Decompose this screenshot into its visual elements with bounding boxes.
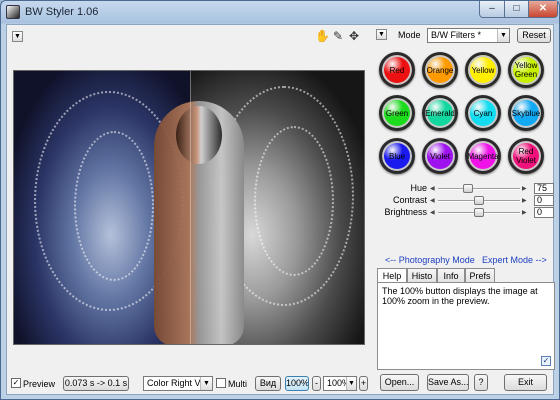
arrow-left-icon[interactable]: ◀ [430, 183, 435, 195]
mode-select[interactable]: B/W Filters * ▼ [427, 28, 510, 43]
filter-cyan-button[interactable]: Cyan [465, 95, 501, 131]
chevron-down-icon: ▼ [200, 377, 212, 390]
brightness-slider[interactable] [438, 208, 520, 217]
filter-swatch-grid: Red Orange Yellow Yellow Green Green Eme… [377, 50, 552, 180]
help-text: The 100% button displays the image at 10… [382, 286, 538, 306]
filter-blue-button[interactable]: Blue [379, 138, 415, 174]
right-inner-wing [254, 126, 334, 276]
filter-label: Green [385, 108, 409, 118]
model-head [176, 106, 222, 164]
brightness-label: Brightness [384, 207, 427, 217]
zoom-out-button[interactable]: - [312, 376, 321, 391]
filter-red-violet-button[interactable]: Red Violet [508, 138, 544, 174]
tab-histo[interactable]: Histo [407, 268, 437, 283]
timing-display[interactable]: 0.073 s -> 0.1 s [63, 376, 129, 391]
help-button[interactable]: ? [474, 374, 488, 391]
arrow-right-icon[interactable]: ▶ [522, 183, 527, 195]
view-mode-select[interactable]: Color Right View ▼ [143, 376, 213, 391]
title-bar[interactable]: BW Styler 1.06 – □ ✕ [1, 1, 559, 23]
filter-label: Magenta [467, 151, 499, 161]
arrow-left-icon[interactable]: ◀ [430, 195, 435, 207]
view-button[interactable]: Вид [255, 376, 281, 391]
hue-label: Hue [410, 183, 427, 193]
hue-slider-thumb[interactable] [463, 184, 474, 193]
arrow-left-icon[interactable]: ◀ [430, 207, 435, 219]
hue-slider[interactable] [438, 184, 520, 193]
mode-label: Mode [398, 30, 421, 40]
preview-checkbox[interactable]: ✓ [11, 378, 21, 388]
contrast-value-input[interactable]: 0 [534, 195, 554, 206]
filter-label: Red [389, 65, 405, 75]
filter-red-button[interactable]: Red [379, 52, 415, 88]
chevron-down-icon: ▼ [497, 29, 509, 42]
filter-orange-button[interactable]: Orange [422, 52, 458, 88]
contrast-slider-thumb[interactable] [474, 196, 484, 205]
split-line[interactable] [190, 71, 191, 344]
hand-icon[interactable]: ✋ [315, 29, 330, 43]
multi-checkbox[interactable] [216, 378, 226, 388]
exit-button[interactable]: Exit [504, 374, 547, 391]
filter-label: Cyan [473, 108, 493, 118]
window-title: BW Styler 1.06 [25, 6, 99, 18]
brightness-value-input[interactable]: 0 [534, 207, 554, 218]
left-inner-wing [74, 131, 154, 281]
save-as-button[interactable]: Save As... [427, 374, 469, 391]
chevron-down-icon: ▼ [346, 377, 356, 390]
help-autoupdate-checkbox[interactable]: ✓ [541, 356, 551, 366]
filter-yellow-green-button[interactable]: Yellow Green [508, 52, 544, 88]
filter-skyblue-button[interactable]: Skyblue [508, 95, 544, 131]
multi-label: Multi [228, 379, 248, 389]
open-button[interactable]: Open... [380, 374, 419, 391]
mode-menu-dropdown[interactable]: ▼ [376, 29, 387, 40]
photography-mode-link[interactable]: <-- Photography Mode [385, 255, 475, 265]
mode-select-value: B/W Filters * [431, 30, 482, 40]
hue-slider-row: Hue ◀ ▶ 75 [377, 183, 557, 195]
contrast-slider[interactable] [438, 196, 520, 205]
chevron-down-icon: ▼ [14, 33, 21, 40]
filter-label: Blue [388, 151, 405, 161]
brightness-slider-thumb[interactable] [474, 208, 484, 217]
filter-label: Yellow [471, 65, 495, 75]
filter-violet-button[interactable]: Violet [422, 138, 458, 174]
help-panel: The 100% button displays the image at 10… [377, 282, 555, 370]
filter-label: Orange [426, 65, 454, 75]
preview-label: Preview [23, 379, 56, 389]
app-window: BW Styler 1.06 – □ ✕ ▼ ✋ ✎ ✥ ▼ Mode B/W … [0, 0, 560, 400]
filter-label: Red Violet [516, 147, 536, 165]
arrow-right-icon[interactable]: ▶ [522, 195, 527, 207]
maximize-button[interactable]: □ [504, 1, 529, 18]
contrast-slider-row: Contrast ◀ ▶ 0 [377, 195, 557, 207]
info-tabs: Help Histo Info Prefs [377, 268, 554, 284]
brightness-slider-row: Brightness ◀ ▶ 0 [377, 207, 557, 219]
filter-yellow-button[interactable]: Yellow [465, 52, 501, 88]
zoom-select[interactable]: 100% ▼ [323, 376, 357, 391]
expert-mode-link[interactable]: Expert Mode --> [482, 255, 547, 265]
zoom-in-button[interactable]: + [359, 376, 368, 391]
filter-label: Emerald [425, 108, 455, 118]
client-area: ▼ ✋ ✎ ✥ ▼ Mode B/W Filters * ▼ Reset Red… [6, 24, 557, 395]
filter-label: Violet [430, 151, 450, 161]
filter-magenta-button[interactable]: Magenta [465, 138, 501, 174]
chevron-down-icon: ▼ [378, 31, 385, 38]
filter-emerald-button[interactable]: Emerald [422, 95, 458, 131]
tab-prefs[interactable]: Prefs [465, 268, 495, 283]
filter-label: Yellow Green [514, 61, 538, 79]
reset-button[interactable]: Reset [517, 28, 551, 43]
arrow-right-icon[interactable]: ▶ [522, 207, 527, 219]
eyedropper-icon[interactable]: ✎ [331, 29, 345, 43]
preview-menu-dropdown[interactable]: ▼ [12, 31, 23, 42]
minimize-button[interactable]: – [479, 1, 505, 18]
filter-label: Skyblue [511, 108, 541, 118]
image-preview[interactable] [13, 70, 365, 345]
move-arrows-icon[interactable]: ✥ [347, 29, 361, 43]
zoom-100-button[interactable]: 100% [285, 376, 309, 391]
contrast-label: Contrast [392, 195, 427, 205]
filter-green-button[interactable]: Green [379, 95, 415, 131]
hue-value-input[interactable]: 75 [534, 183, 554, 194]
close-button[interactable]: ✕ [528, 1, 558, 18]
tab-info[interactable]: Info [437, 268, 465, 283]
app-icon [6, 5, 20, 19]
